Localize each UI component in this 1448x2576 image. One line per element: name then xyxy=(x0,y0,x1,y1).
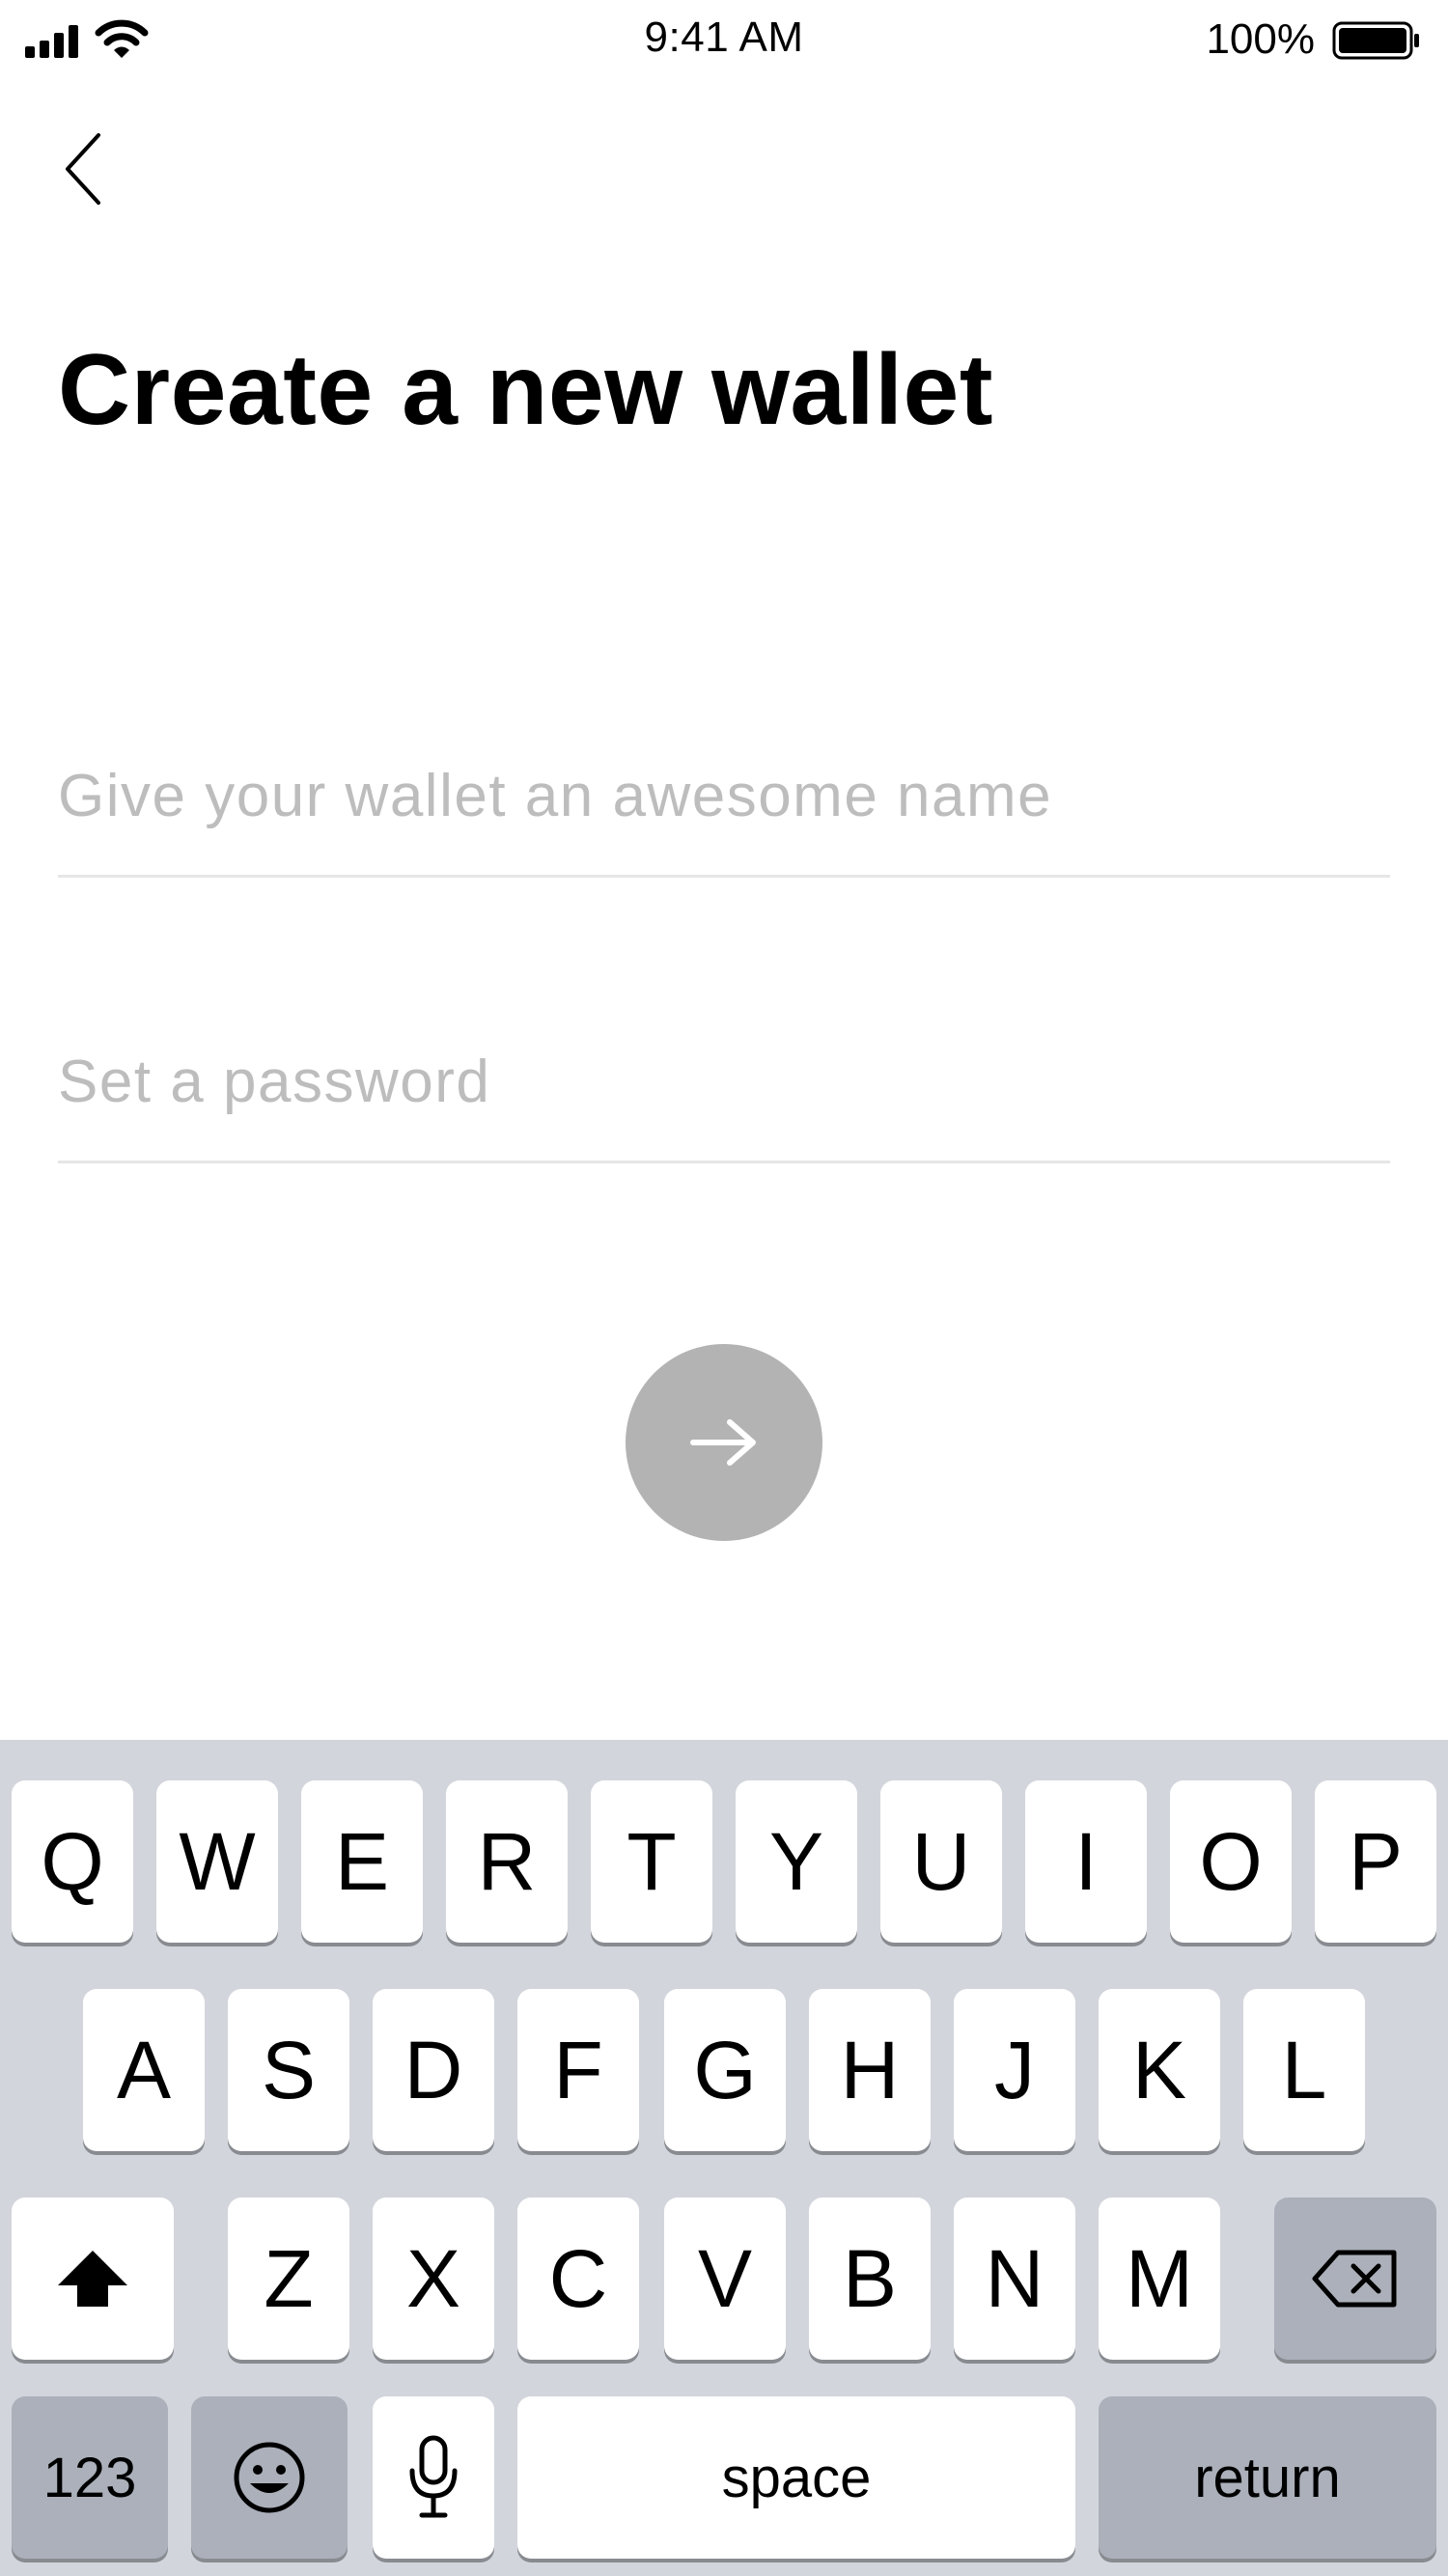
key-m[interactable]: M xyxy=(1099,2198,1220,2360)
key-b[interactable]: B xyxy=(809,2198,931,2360)
key-c[interactable]: C xyxy=(517,2198,639,2360)
shift-key[interactable] xyxy=(12,2198,174,2360)
next-button[interactable] xyxy=(626,1344,822,1541)
key-z[interactable]: Z xyxy=(228,2198,349,2360)
shift-icon xyxy=(58,2251,127,2307)
wallet-name-input[interactable] xyxy=(58,762,1390,830)
battery-percentage: 100% xyxy=(1206,15,1315,63)
microphone-icon xyxy=(409,2435,458,2518)
key-v[interactable]: V xyxy=(664,2198,786,2360)
keyboard: Q W E R T Y U I O P A S D F G H J K L Z … xyxy=(0,1740,1448,2576)
numbers-key[interactable]: 123 xyxy=(12,2396,168,2559)
key-k[interactable]: K xyxy=(1099,1989,1220,2151)
key-i[interactable]: I xyxy=(1025,1780,1147,1943)
key-y[interactable]: Y xyxy=(736,1780,857,1943)
return-key[interactable]: return xyxy=(1099,2396,1436,2559)
wallet-name-field[interactable] xyxy=(58,759,1390,878)
key-w[interactable]: W xyxy=(156,1780,278,1943)
key-o[interactable]: O xyxy=(1170,1780,1292,1943)
key-h[interactable]: H xyxy=(809,1989,931,2151)
key-d[interactable]: D xyxy=(373,1989,494,2151)
microphone-key[interactable] xyxy=(373,2396,494,2559)
space-key[interactable]: space xyxy=(517,2396,1075,2559)
delete-icon xyxy=(1312,2250,1397,2308)
key-j[interactable]: J xyxy=(954,1989,1075,2151)
key-n[interactable]: N xyxy=(954,2198,1075,2360)
key-s[interactable]: S xyxy=(228,1989,349,2151)
password-input[interactable] xyxy=(58,1048,1390,1116)
key-t[interactable]: T xyxy=(591,1780,712,1943)
emoji-icon xyxy=(234,2442,305,2513)
key-x[interactable]: X xyxy=(373,2198,494,2360)
emoji-key[interactable] xyxy=(191,2396,348,2559)
page-title: Create a new wallet xyxy=(58,334,994,446)
password-field[interactable] xyxy=(58,1045,1390,1163)
arrow-right-icon xyxy=(690,1419,756,1466)
key-a[interactable]: A xyxy=(83,1989,205,2151)
key-e[interactable]: E xyxy=(301,1780,423,1943)
battery-icon xyxy=(1332,21,1419,60)
key-f[interactable]: F xyxy=(517,1989,639,2151)
key-r[interactable]: R xyxy=(446,1780,568,1943)
key-q[interactable]: Q xyxy=(12,1780,133,1943)
status-bar: 9:41 AM 100% xyxy=(0,0,1448,87)
delete-key[interactable] xyxy=(1274,2198,1436,2360)
key-u[interactable]: U xyxy=(880,1780,1002,1943)
key-l[interactable]: L xyxy=(1243,1989,1365,2151)
back-chevron-icon[interactable] xyxy=(56,127,114,210)
key-p[interactable]: P xyxy=(1315,1780,1436,1943)
key-g[interactable]: G xyxy=(664,1989,786,2151)
